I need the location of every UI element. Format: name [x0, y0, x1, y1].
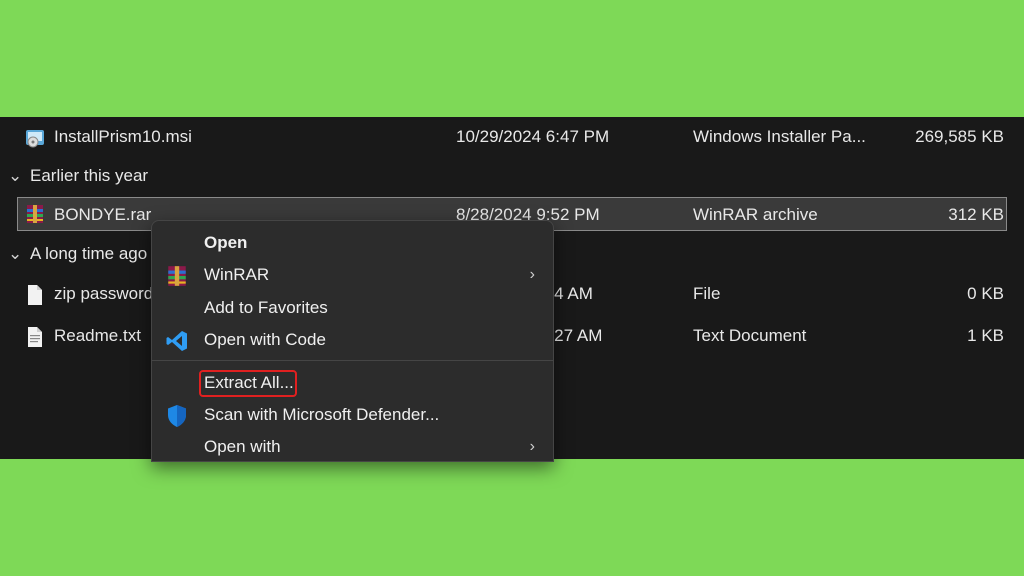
- menu-item-scan-defender[interactable]: Scan with Microsoft Defender...: [152, 399, 553, 431]
- menu-item-label: Add to Favorites: [204, 298, 328, 317]
- file-size: 0 KB: [967, 284, 1004, 303]
- menu-item-label: Open with Code: [204, 330, 326, 349]
- file-name: zip password: [54, 284, 154, 303]
- menu-item-winrar[interactable]: WinRAR ›: [152, 259, 553, 291]
- file-name: InstallPrism10.msi: [54, 127, 192, 146]
- text-file-icon: [28, 327, 42, 347]
- file-size: 312 KB: [948, 205, 1004, 224]
- winrar-icon: [168, 266, 186, 286]
- menu-item-label: Scan with Microsoft Defender...: [204, 405, 440, 424]
- group-label: Earlier this year: [30, 166, 149, 185]
- group-label: A long time ago: [30, 244, 148, 263]
- defender-shield-icon: [168, 405, 186, 427]
- msi-installer-icon: [26, 130, 44, 148]
- chevron-right-icon: ›: [529, 266, 535, 283]
- chevron-down-icon: ⌄: [8, 244, 23, 263]
- file-type: File: [693, 284, 721, 303]
- group-header-earlier[interactable]: ⌄ Earlier this year: [8, 164, 148, 188]
- context-menu: Open WinRAR › Add to Favorites Open with…: [151, 220, 554, 462]
- menu-item-label: Open: [204, 233, 248, 252]
- menu-item-open[interactable]: Open: [152, 227, 553, 259]
- menu-item-add-favorites[interactable]: Add to Favorites: [152, 292, 553, 324]
- menu-item-label: Open with: [204, 437, 281, 456]
- file-name: Readme.txt: [54, 326, 141, 345]
- highlight-box: [199, 370, 297, 397]
- menu-item-open-with-code[interactable]: Open with Code: [152, 324, 553, 356]
- vscode-icon: [166, 331, 187, 351]
- group-header-longago[interactable]: ⌄ A long time ago: [8, 242, 147, 266]
- file-row-installprism[interactable]: InstallPrism10.msi 10/29/2024 6:47 PM Wi…: [0, 120, 1024, 154]
- chevron-down-icon: ⌄: [8, 166, 23, 185]
- file-date: 10/29/2024 6:47 PM: [456, 127, 610, 146]
- file-name: BONDYE.rar: [54, 205, 152, 224]
- menu-separator: [152, 360, 553, 361]
- file-size: 1 KB: [967, 326, 1004, 345]
- file-size: 269,585 KB: [915, 127, 1004, 146]
- file-type: Windows Installer Pa...: [693, 127, 866, 146]
- file-icon: [28, 285, 42, 305]
- file-type: WinRAR archive: [693, 205, 818, 224]
- menu-item-label: WinRAR: [204, 265, 270, 284]
- file-type: Text Document: [693, 326, 807, 345]
- chevron-right-icon: ›: [529, 438, 535, 455]
- menu-item-open-with[interactable]: Open with ›: [152, 431, 553, 461]
- winrar-icon: [27, 205, 43, 223]
